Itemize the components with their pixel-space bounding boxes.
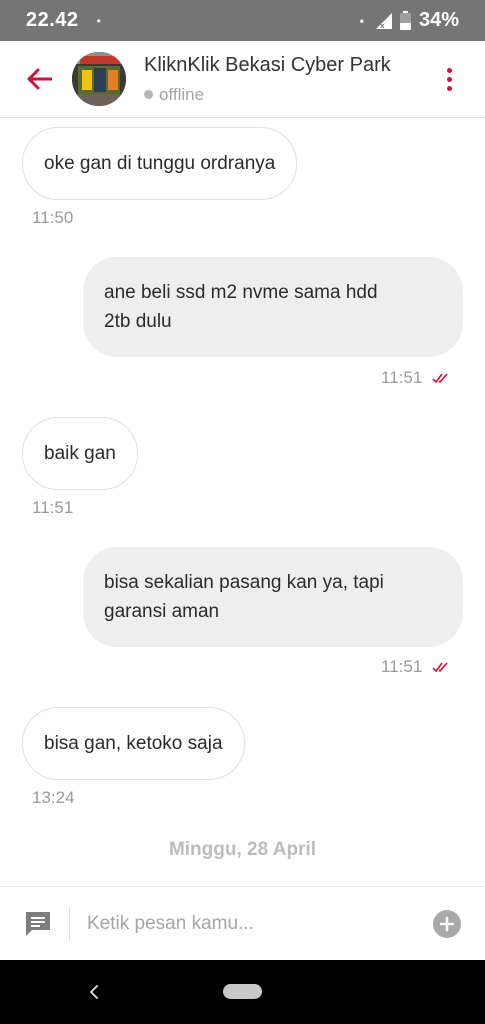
composer-divider [69, 906, 70, 941]
message-text-line: bisa sekalian pasang kan ya, tapi [104, 572, 384, 593]
offline-dot-icon [144, 90, 153, 99]
status-bar: 22.42 • • x 34% [0, 0, 485, 41]
chat-header: KliknKlik Bekasi Cyber Park offline [0, 41, 485, 118]
notification-dot: • [96, 13, 101, 28]
message-bubble-incoming[interactable]: baik gan [22, 417, 138, 490]
chat-title: KliknKlik Bekasi Cyber Park [144, 53, 391, 76]
svg-text:x: x [380, 22, 385, 29]
nav-back-icon[interactable] [84, 980, 104, 1004]
message-text-line: 2tb dulu [104, 311, 172, 332]
message-input[interactable] [87, 912, 387, 935]
message-text: baik gan [44, 443, 116, 464]
store-photo-icon [72, 52, 126, 106]
message-text-line: garansi aman [104, 601, 220, 622]
system-nav-bar [0, 960, 485, 1024]
message-meta: 11:51 [381, 657, 450, 677]
message-meta: 11:51 [381, 368, 450, 388]
status-right: • x 34% [360, 9, 459, 32]
status-time: 22.42 [26, 9, 79, 31]
signal-icon: x [375, 12, 392, 29]
message-bubble-incoming[interactable]: bisa gan, ketoko saja [22, 707, 245, 780]
plus-circle-icon[interactable] [433, 909, 461, 938]
message-list[interactable]: oke gan di tunggu ordranya 11:50 ane bel… [0, 119, 485, 886]
message-text-line: ane beli ssd m2 nvme sama hdd [104, 282, 378, 303]
arrow-left-icon [27, 68, 52, 90]
message-composer [0, 886, 485, 960]
presence-status: offline [144, 85, 391, 105]
notification-dot-right: • [359, 13, 364, 28]
battery-icon [399, 11, 411, 30]
nav-home-pill[interactable] [223, 984, 262, 999]
double-check-icon [432, 662, 448, 673]
message-timestamp: 13:24 [32, 788, 75, 807]
more-vertical-icon[interactable] [439, 59, 459, 99]
back-button[interactable] [22, 62, 56, 96]
chat-title-block[interactable]: KliknKlik Bekasi Cyber Park offline [144, 54, 391, 105]
chat-template-icon[interactable] [23, 909, 53, 939]
message-bubble-incoming[interactable]: oke gan di tunggu ordranya [22, 127, 298, 200]
message-timestamp: 11:51 [32, 498, 74, 517]
battery-percent: 34% [418, 9, 459, 31]
presence-label: offline [159, 84, 205, 104]
plus-icon [439, 916, 455, 931]
message-timestamp: 11:51 [381, 368, 423, 387]
message-timestamp: 11:51 [381, 657, 423, 676]
message-text: oke gan di tunggu ordranya [44, 153, 276, 174]
double-check-icon [432, 373, 448, 384]
avatar[interactable] [72, 52, 126, 106]
message-bubble-outgoing[interactable]: ane beli ssd m2 nvme sama hdd 2tb dulu [83, 257, 463, 357]
date-separator: Minggu, 28 April [168, 839, 317, 860]
message-bubble-outgoing[interactable]: bisa sekalian pasang kan ya, tapi garans… [83, 547, 463, 647]
message-timestamp: 11:50 [32, 208, 74, 227]
message-text: bisa gan, ketoko saja [44, 733, 223, 754]
